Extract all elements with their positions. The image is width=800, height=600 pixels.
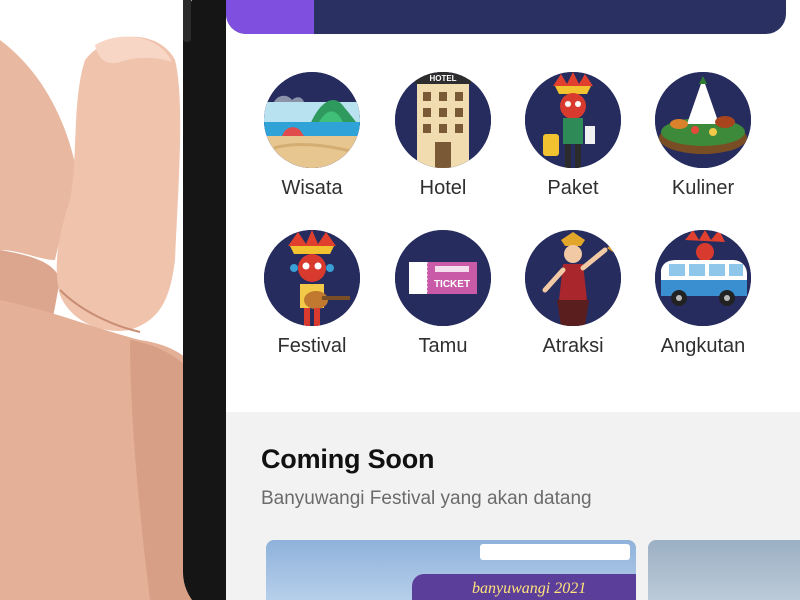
hotel-building-icon: HOTEL	[395, 72, 491, 168]
ticket-text: TICKET	[434, 279, 470, 290]
category-label: Kuliner	[671, 177, 735, 199]
category-angkutan[interactable]: Angkutan	[638, 230, 768, 357]
category-label: Atraksi	[542, 335, 604, 357]
category-hotel[interactable]: HOTEL Hotel	[378, 72, 508, 199]
ticket-icon: TICKET	[395, 230, 491, 326]
category-festival[interactable]: Festival	[247, 230, 377, 357]
dancer-icon	[525, 230, 621, 326]
gandrung-guitar-mascot-icon	[264, 230, 360, 326]
van-icon	[655, 230, 751, 326]
traveler-mascot-icon	[525, 72, 621, 168]
category-label: Hotel	[419, 177, 467, 199]
category-label: Paket	[547, 177, 599, 199]
section-subtitle: Banyuwangi Festival yang akan datang	[261, 488, 592, 509]
category-atraksi[interactable]: Atraksi	[508, 230, 638, 357]
sponsor-logos	[480, 544, 630, 560]
category-paket[interactable]: Paket	[508, 72, 638, 199]
festival-banner-band: banyuwangi 2021	[412, 574, 636, 600]
festival-card[interactable]	[648, 540, 800, 600]
hotel-sign-text: HOTEL	[429, 74, 456, 83]
category-wisata[interactable]: Wisata	[247, 72, 377, 199]
category-label: Festival	[277, 335, 347, 357]
category-label: Tamu	[418, 335, 468, 357]
header-banner[interactable]	[226, 0, 786, 34]
banner-accent	[226, 0, 314, 34]
festival-card[interactable]: banyuwangi 2021	[266, 540, 636, 600]
category-label: Wisata	[281, 177, 343, 199]
phone-side-button	[183, 0, 191, 42]
category-kuliner[interactable]: Kuliner	[638, 72, 768, 199]
festival-brand-text: banyuwangi 2021	[472, 580, 587, 597]
category-label: Angkutan	[660, 335, 746, 357]
section-title: Coming Soon	[261, 444, 435, 474]
coming-soon-section: Coming Soon Banyuwangi Festival yang aka…	[226, 412, 800, 600]
beach-island-icon	[264, 72, 360, 168]
app-screen: Wisata HOTEL Hotel Paket Kuliner Festiva…	[226, 0, 800, 600]
tumpeng-food-icon	[655, 72, 751, 168]
category-tamu[interactable]: TICKET Tamu	[378, 230, 508, 357]
